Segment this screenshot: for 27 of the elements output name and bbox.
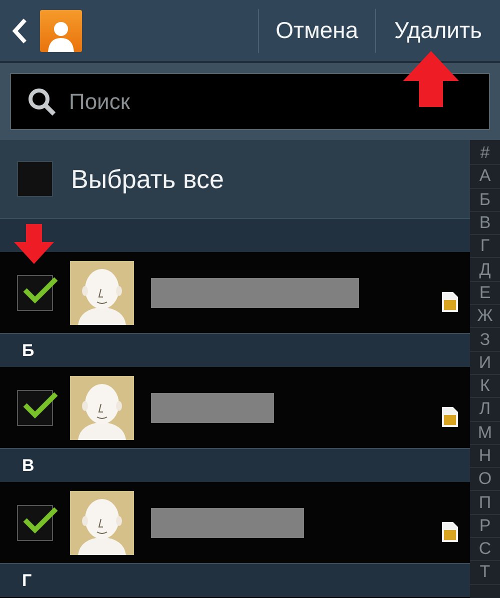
index-letter[interactable]: И: [470, 352, 500, 375]
search-input[interactable]: Поиск: [67, 88, 317, 116]
search-field[interactable]: Поиск: [10, 73, 490, 130]
section-letter: Г: [22, 570, 32, 590]
index-letter[interactable]: К: [470, 374, 500, 398]
index-letter[interactable]: В: [470, 212, 500, 236]
delete-button[interactable]: Удалить: [376, 0, 500, 62]
index-letter[interactable]: Р: [470, 514, 500, 538]
index-letter[interactable]: П: [470, 491, 500, 515]
select-all-label: Выбрать все: [71, 164, 224, 194]
index-letter[interactable]: А: [470, 165, 500, 189]
index-letter[interactable]: С: [470, 538, 500, 562]
cancel-button[interactable]: Отмена: [258, 0, 376, 62]
index-letter[interactable]: Т: [470, 561, 500, 585]
section-letter: В: [22, 456, 34, 476]
index-letter[interactable]: Д: [470, 258, 500, 282]
index-letter[interactable]: Г: [470, 235, 500, 258]
index-letter[interactable]: М: [470, 422, 500, 445]
index-letter[interactable]: Е: [470, 282, 500, 306]
index-letter[interactable]: Б: [470, 188, 500, 212]
index-letter[interactable]: #: [470, 142, 500, 166]
index-letter[interactable]: Н: [470, 444, 500, 468]
index-letter[interactable]: З: [470, 328, 500, 352]
index-letter[interactable]: Ж: [470, 305, 500, 328]
index-letter[interactable]: Л: [470, 398, 500, 422]
section-letter: Б: [22, 340, 34, 360]
index-letter[interactable]: О: [470, 468, 500, 492]
